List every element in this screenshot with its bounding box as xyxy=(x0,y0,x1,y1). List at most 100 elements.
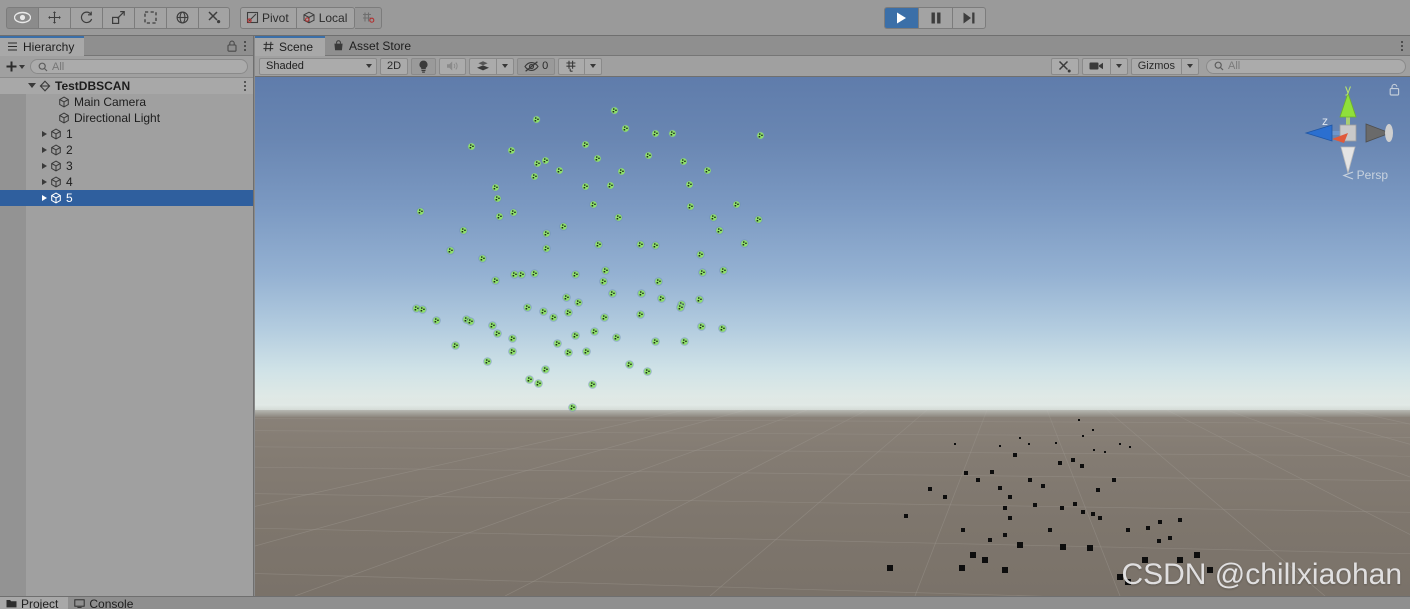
ground-cube-object[interactable] xyxy=(1058,461,1062,465)
ground-cube-object[interactable] xyxy=(1080,509,1086,515)
ground-cube-object[interactable] xyxy=(1047,527,1053,533)
ground-cube-object[interactable] xyxy=(982,557,988,563)
hierarchy-menu-icon[interactable] xyxy=(244,40,246,51)
point-marker-gizmo[interactable] xyxy=(697,318,706,331)
custom-editor-tool-button[interactable] xyxy=(198,6,230,29)
ground-cube-object[interactable] xyxy=(970,552,976,558)
point-marker-gizmo[interactable] xyxy=(756,127,765,140)
toggle-2d-button[interactable]: 2D xyxy=(380,57,409,75)
point-marker-gizmo[interactable] xyxy=(719,262,728,275)
point-marker-gizmo[interactable] xyxy=(539,303,548,316)
ground-cube-object[interactable] xyxy=(1072,501,1078,507)
point-marker-gizmo[interactable] xyxy=(493,325,502,338)
point-marker-gizmo[interactable] xyxy=(508,330,517,343)
point-marker-gizmo[interactable] xyxy=(668,125,677,138)
point-marker-gizmo[interactable] xyxy=(718,320,727,333)
point-marker-gizmo[interactable] xyxy=(532,111,541,124)
ground-cube-object[interactable] xyxy=(953,442,957,446)
ground-cube-object[interactable] xyxy=(1128,445,1132,449)
point-marker-gizmo[interactable] xyxy=(612,329,621,342)
chevron-right-icon[interactable] xyxy=(42,195,47,201)
hierarchy-row[interactable]: 2 xyxy=(0,142,253,158)
point-marker-gizmo[interactable] xyxy=(654,273,663,286)
scene-camera-dropdown[interactable] xyxy=(1109,57,1128,75)
ground-cube-object[interactable] xyxy=(1060,544,1066,550)
hierarchy-search-input[interactable]: All xyxy=(30,59,248,74)
point-marker-gizmo[interactable] xyxy=(594,236,603,249)
point-marker-gizmo[interactable] xyxy=(754,211,763,224)
point-marker-gizmo[interactable] xyxy=(589,196,598,209)
transform-tool-button[interactable] xyxy=(166,6,198,29)
chevron-right-icon[interactable] xyxy=(42,179,47,185)
point-marker-gizmo[interactable] xyxy=(541,361,550,374)
ground-cube-object[interactable] xyxy=(1194,552,1200,558)
lock-icon[interactable] xyxy=(227,40,237,52)
hierarchy-row[interactable]: 3 xyxy=(0,158,253,174)
point-marker-gizmo[interactable] xyxy=(564,304,573,317)
point-marker-gizmo[interactable] xyxy=(636,306,645,319)
point-marker-gizmo[interactable] xyxy=(590,323,599,336)
point-marker-gizmo[interactable] xyxy=(509,204,518,217)
point-marker-gizmo[interactable] xyxy=(698,264,707,277)
point-marker-gizmo[interactable] xyxy=(676,299,685,312)
chevron-right-icon[interactable] xyxy=(42,131,47,137)
point-marker-gizmo[interactable] xyxy=(542,225,551,238)
point-marker-gizmo[interactable] xyxy=(651,237,660,250)
point-marker-gizmo[interactable] xyxy=(637,285,646,298)
point-marker-gizmo[interactable] xyxy=(568,399,577,412)
hierarchy-row[interactable]: Main Camera xyxy=(0,94,253,110)
point-marker-gizmo[interactable] xyxy=(416,203,425,216)
point-marker-gizmo[interactable] xyxy=(564,344,573,357)
point-marker-gizmo[interactable] xyxy=(451,337,460,350)
step-button[interactable] xyxy=(952,7,986,29)
ground-cube-object[interactable] xyxy=(1096,488,1100,492)
handle-space-button[interactable]: Local xyxy=(296,6,356,29)
ground-cube-object[interactable] xyxy=(1125,527,1131,533)
point-marker-gizmo[interactable] xyxy=(608,285,617,298)
ground-cube-object[interactable] xyxy=(928,487,932,491)
ground-cube-object[interactable] xyxy=(1002,567,1008,573)
point-marker-gizmo[interactable] xyxy=(478,250,487,263)
ground-cube-object[interactable] xyxy=(903,513,909,519)
point-marker-gizmo[interactable] xyxy=(530,168,539,181)
ground-cube-object[interactable] xyxy=(1018,436,1022,440)
chevron-right-icon[interactable] xyxy=(42,163,47,169)
scene-menu-icon[interactable] xyxy=(1401,40,1403,51)
point-marker-gizmo[interactable] xyxy=(588,376,597,389)
ground-cube-object[interactable] xyxy=(1028,478,1032,482)
tab-scene[interactable]: Scene xyxy=(255,35,326,56)
point-marker-gizmo[interactable] xyxy=(559,218,568,231)
ground-cube-object[interactable] xyxy=(1097,515,1103,521)
gizmos-dropdown[interactable] xyxy=(1181,57,1199,75)
point-marker-gizmo[interactable] xyxy=(571,266,580,279)
ground-cube-object[interactable] xyxy=(943,495,947,499)
tab-asset-store[interactable]: Asset Store xyxy=(325,36,423,56)
hand-tool-button[interactable] xyxy=(6,6,38,29)
point-marker-gizmo[interactable] xyxy=(483,353,492,366)
point-marker-gizmo[interactable] xyxy=(525,371,534,384)
chevron-right-icon[interactable] xyxy=(42,147,47,153)
point-marker-gizmo[interactable] xyxy=(555,162,564,175)
ground-cube-object[interactable] xyxy=(1157,519,1163,525)
ground-cube-object[interactable] xyxy=(1017,542,1023,548)
ground-cube-object[interactable] xyxy=(1090,511,1096,517)
point-marker-gizmo[interactable] xyxy=(517,266,526,279)
scene-fx-button[interactable] xyxy=(469,57,497,75)
hierarchy-scene-row[interactable]: TestDBSCAN xyxy=(0,78,253,94)
point-marker-gizmo[interactable] xyxy=(614,209,623,222)
point-marker-gizmo[interactable] xyxy=(715,222,724,235)
scene-audio-button[interactable] xyxy=(439,57,467,75)
scene-menu-icon[interactable] xyxy=(244,81,246,91)
point-marker-gizmo[interactable] xyxy=(601,262,610,275)
point-marker-gizmo[interactable] xyxy=(493,190,502,203)
point-marker-gizmo[interactable] xyxy=(418,301,427,314)
point-marker-gizmo[interactable] xyxy=(530,265,539,278)
point-marker-gizmo[interactable] xyxy=(466,313,475,326)
point-marker-gizmo[interactable] xyxy=(606,177,615,190)
point-marker-gizmo[interactable] xyxy=(523,299,532,312)
scene-fx-dropdown[interactable] xyxy=(496,57,515,75)
scene-camera-button[interactable] xyxy=(1081,57,1110,75)
ground-cube-object[interactable] xyxy=(987,537,993,543)
point-marker-gizmo[interactable] xyxy=(571,327,580,340)
move-tool-button[interactable] xyxy=(38,6,70,29)
